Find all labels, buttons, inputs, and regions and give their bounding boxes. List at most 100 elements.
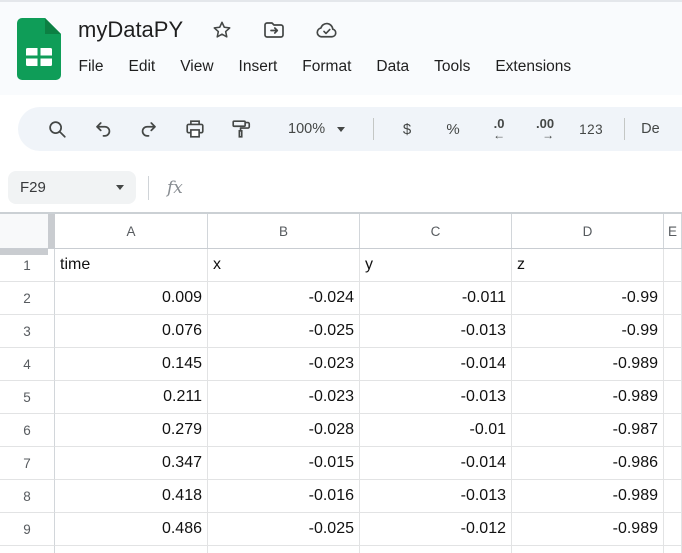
cell-C1[interactable]: y — [360, 249, 512, 282]
row-header-6[interactable]: 6 — [0, 414, 55, 447]
cell-B3[interactable]: -0.025 — [208, 315, 360, 348]
column-header-a[interactable]: A — [55, 214, 208, 248]
cell-D3[interactable]: -0.99 — [512, 315, 664, 348]
cell-D4[interactable]: -0.989 — [512, 348, 664, 381]
cell-E6[interactable] — [664, 414, 682, 447]
cell-C10[interactable]: -0.013 — [360, 546, 512, 553]
menu-insert[interactable]: Insert — [226, 54, 290, 80]
undo-icon — [92, 118, 114, 140]
row-header-7[interactable]: 7 — [0, 447, 55, 480]
cell-E7[interactable] — [664, 447, 682, 480]
table-row: 100.552-0.02-0.013-0.99 — [0, 546, 682, 553]
menu-file[interactable]: File — [66, 54, 116, 80]
cell-C3[interactable]: -0.013 — [360, 315, 512, 348]
sheets-logo-icon[interactable] — [14, 18, 64, 80]
cell-C6[interactable]: -0.01 — [360, 414, 512, 447]
column-header-c[interactable]: C — [360, 214, 512, 248]
menu-data[interactable]: Data — [364, 54, 422, 80]
zoom-control[interactable]: 100% — [278, 121, 355, 137]
cell-C8[interactable]: -0.013 — [360, 480, 512, 513]
menu-format[interactable]: Format — [290, 54, 364, 80]
print-icon — [184, 118, 206, 140]
cell-B5[interactable]: -0.023 — [208, 381, 360, 414]
cell-A1[interactable]: time — [55, 249, 208, 282]
row-header-9[interactable]: 9 — [0, 513, 55, 546]
print-button[interactable] — [177, 112, 213, 146]
paint-format-button[interactable] — [223, 112, 259, 146]
cell-D7[interactable]: -0.986 — [512, 447, 664, 480]
increase-decimal-icon: .00 → — [536, 117, 554, 141]
cell-E4[interactable] — [664, 348, 682, 381]
format-currency-button[interactable]: $ — [389, 112, 425, 146]
column-header-d[interactable]: D — [512, 214, 664, 248]
cell-B7[interactable]: -0.015 — [208, 447, 360, 480]
cell-A6[interactable]: 0.279 — [55, 414, 208, 447]
cell-E3[interactable] — [664, 315, 682, 348]
menu-extensions[interactable]: Extensions — [483, 54, 584, 80]
cell-B2[interactable]: -0.024 — [208, 282, 360, 315]
cell-D1[interactable]: z — [512, 249, 664, 282]
cell-D8[interactable]: -0.989 — [512, 480, 664, 513]
cell-A10[interactable]: 0.552 — [55, 546, 208, 553]
cell-B10[interactable]: -0.02 — [208, 546, 360, 553]
cell-E8[interactable] — [664, 480, 682, 513]
row-header-5[interactable]: 5 — [0, 381, 55, 414]
decrease-decimal-button[interactable]: .0 ← — [481, 112, 517, 146]
name-box[interactable]: F29 — [8, 171, 136, 204]
cell-E1[interactable] — [664, 249, 682, 282]
select-all-corner[interactable] — [0, 214, 55, 248]
cell-A4[interactable]: 0.145 — [55, 348, 208, 381]
cell-A8[interactable]: 0.418 — [55, 480, 208, 513]
cell-C2[interactable]: -0.011 — [360, 282, 512, 315]
row-header-4[interactable]: 4 — [0, 348, 55, 381]
cell-D6[interactable]: -0.987 — [512, 414, 664, 447]
column-header-b[interactable]: B — [208, 214, 360, 248]
cell-B4[interactable]: -0.023 — [208, 348, 360, 381]
move-button[interactable] — [261, 17, 287, 43]
cell-C5[interactable]: -0.013 — [360, 381, 512, 414]
more-formats-button[interactable]: 123 — [573, 112, 609, 146]
cloud-save-status[interactable] — [313, 17, 339, 43]
font-family-control[interactable]: De — [641, 121, 660, 137]
menu-view[interactable]: View — [168, 54, 226, 80]
formula-input[interactable] — [193, 163, 682, 212]
row-header-3[interactable]: 3 — [0, 315, 55, 348]
cell-E5[interactable] — [664, 381, 682, 414]
freeze-row-handle[interactable] — [0, 249, 48, 255]
menu-edit[interactable]: Edit — [116, 54, 168, 80]
menu-tools[interactable]: Tools — [422, 54, 483, 80]
cell-A3[interactable]: 0.076 — [55, 315, 208, 348]
row-header-10[interactable]: 10 — [0, 546, 55, 553]
cell-C4[interactable]: -0.014 — [360, 348, 512, 381]
cell-E9[interactable] — [664, 513, 682, 546]
format-percent-button[interactable]: % — [435, 112, 471, 146]
cell-A9[interactable]: 0.486 — [55, 513, 208, 546]
cell-A2[interactable]: 0.009 — [55, 282, 208, 315]
undo-button[interactable] — [85, 112, 121, 146]
cell-B1[interactable]: x — [208, 249, 360, 282]
row-header-8[interactable]: 8 — [0, 480, 55, 513]
increase-decimal-button[interactable]: .00 → — [527, 112, 563, 146]
star-button[interactable] — [209, 17, 235, 43]
document-title[interactable]: myDataPY — [78, 17, 183, 43]
row-header-2[interactable]: 2 — [0, 282, 55, 315]
cell-C9[interactable]: -0.012 — [360, 513, 512, 546]
cell-E2[interactable] — [664, 282, 682, 315]
cell-A7[interactable]: 0.347 — [55, 447, 208, 480]
cell-E10[interactable] — [664, 546, 682, 553]
redo-button[interactable] — [131, 112, 167, 146]
grid-rows: 1timexyz20.009-0.024-0.011-0.9930.076-0.… — [0, 249, 682, 553]
cell-B6[interactable]: -0.028 — [208, 414, 360, 447]
search-button[interactable] — [39, 112, 75, 146]
cell-C7[interactable]: -0.014 — [360, 447, 512, 480]
cell-D5[interactable]: -0.989 — [512, 381, 664, 414]
column-header-e[interactable]: E — [664, 214, 682, 248]
chevron-down-icon — [116, 185, 124, 190]
cell-D10[interactable]: -0.99 — [512, 546, 664, 553]
cell-D2[interactable]: -0.99 — [512, 282, 664, 315]
cell-B8[interactable]: -0.016 — [208, 480, 360, 513]
cell-B9[interactable]: -0.025 — [208, 513, 360, 546]
freeze-column-handle[interactable] — [48, 214, 55, 248]
cell-D9[interactable]: -0.989 — [512, 513, 664, 546]
cell-A5[interactable]: 0.211 — [55, 381, 208, 414]
